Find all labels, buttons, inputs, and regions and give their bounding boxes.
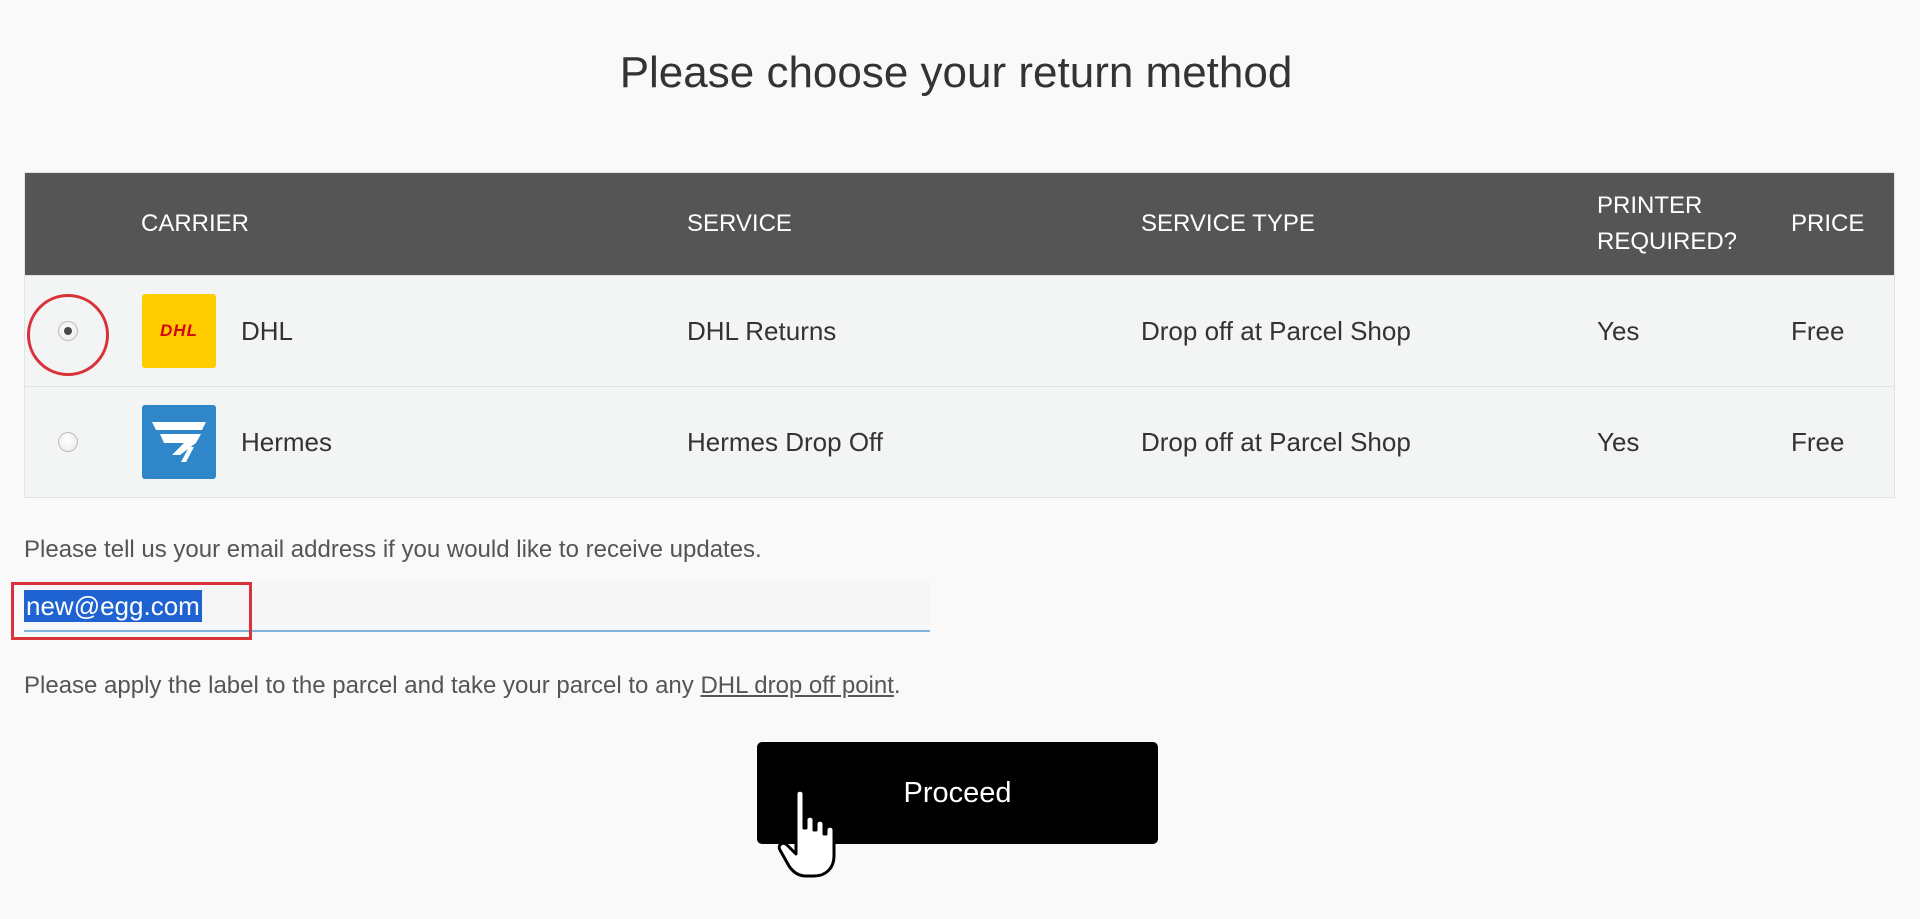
radio-cell[interactable] xyxy=(25,387,111,497)
email-selected-text[interactable]: new@egg.com xyxy=(24,590,202,622)
instructions-text: Please apply the label to the parcel and… xyxy=(24,672,701,699)
service-name: Hermes Drop Off xyxy=(687,426,884,457)
table-row-dhl[interactable]: DHL DHL DHL Returns Drop off at Parcel S… xyxy=(25,275,1894,386)
proceed-button[interactable]: Proceed xyxy=(757,742,1158,844)
price: Free xyxy=(1791,426,1845,457)
hermes-radio-button[interactable] xyxy=(58,432,78,452)
header-service-type: SERVICE TYPE xyxy=(1141,210,1315,237)
service-type: Drop off at Parcel Shop xyxy=(1141,426,1411,457)
drop-off-instructions: Please apply the label to the parcel and… xyxy=(24,672,901,700)
instructions-period: . xyxy=(893,672,901,699)
header-service: SERVICE xyxy=(687,210,792,237)
radio-cell[interactable] xyxy=(25,276,111,386)
hermes-logo-icon xyxy=(142,405,216,479)
service-type: Drop off at Parcel Shop xyxy=(1141,315,1411,346)
header-carrier: CARRIER xyxy=(141,210,250,237)
table-header: CARRIER SERVICE SERVICE TYPE PRINTER REQ… xyxy=(25,173,1894,275)
dhl-logo-icon: DHL xyxy=(142,294,216,368)
header-price: PRICE xyxy=(1791,210,1865,237)
carrier-name: DHL xyxy=(241,315,294,346)
dhl-logo-text: DHL xyxy=(160,321,198,340)
dhl-drop-off-point-link[interactable]: DHL drop off point xyxy=(700,672,893,699)
header-printer-required: PRINTER REQUIRED? xyxy=(1597,192,1738,255)
printer-required: Yes xyxy=(1597,426,1640,457)
carrier-name: Hermes xyxy=(241,426,333,457)
price: Free xyxy=(1791,315,1845,346)
table-row-hermes[interactable]: Hermes Hermes Drop Off Drop off at Parce… xyxy=(25,386,1894,497)
service-name: DHL Returns xyxy=(687,315,837,346)
printer-required: Yes xyxy=(1597,315,1640,346)
email-field[interactable]: new@egg.com xyxy=(24,582,930,632)
dhl-radio-button[interactable] xyxy=(58,321,78,341)
email-prompt: Please tell us your email address if you… xyxy=(24,536,762,563)
return-methods-table: CARRIER SERVICE SERVICE TYPE PRINTER REQ… xyxy=(24,172,1895,498)
page-title: Please choose your return method xyxy=(619,48,1293,97)
